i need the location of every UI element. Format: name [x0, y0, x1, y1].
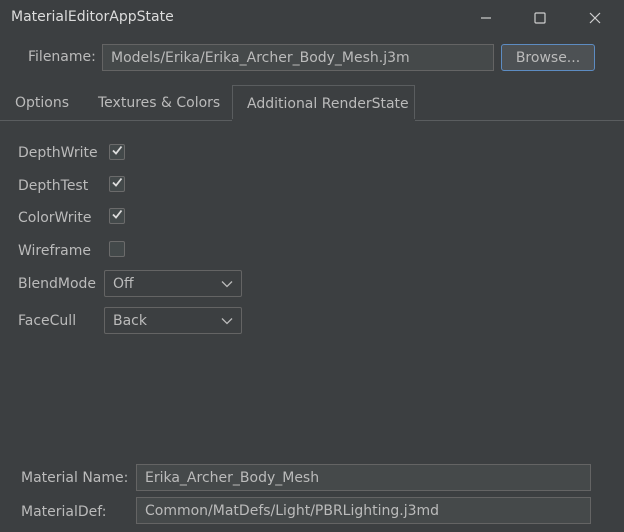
tab-additional-renderstate-label: Additional RenderState [247, 95, 409, 112]
maximize-icon [534, 12, 546, 24]
depthtest-label: DepthTest [18, 178, 89, 194]
blendmode-label: BlendMode [18, 276, 97, 292]
check-icon [111, 144, 123, 160]
materialdef-field[interactable]: Common/MatDefs/Light/PBRLighting.j3md [136, 497, 591, 524]
colorwrite-label: ColorWrite [18, 210, 92, 226]
close-icon [589, 12, 601, 24]
close-button[interactable] [572, 0, 618, 36]
tab-additional-renderstate[interactable]: Additional RenderState [232, 85, 415, 121]
wireframe-label: Wireframe [18, 243, 92, 259]
wireframe-checkbox[interactable] [109, 241, 125, 257]
tab-options[interactable]: Options [15, 86, 75, 120]
colorwrite-checkbox[interactable] [109, 208, 125, 224]
minimize-button[interactable] [463, 0, 509, 36]
blendmode-value: Off [113, 275, 134, 292]
check-icon [111, 208, 123, 224]
check-icon [111, 176, 123, 192]
chevron-down-icon [221, 280, 233, 288]
maximize-button[interactable] [517, 0, 563, 36]
materialdef-label: MaterialDef: [21, 504, 107, 520]
tab-options-label: Options [15, 95, 70, 111]
tab-textures-colors-label: Textures & Colors [98, 95, 221, 111]
blendmode-combobox[interactable]: Off [104, 270, 242, 297]
facecull-value: Back [113, 312, 147, 329]
facecull-label: FaceCull [18, 313, 77, 329]
active-tab-indicator [232, 119, 415, 122]
depthwrite-label: DepthWrite [18, 145, 98, 161]
depthwrite-checkbox[interactable] [109, 144, 125, 160]
depthtest-checkbox[interactable] [109, 176, 125, 192]
browse-button[interactable]: Browse... [501, 44, 595, 71]
filename-field[interactable]: Models/Erika/Erika_Archer_Body_Mesh.j3m [102, 44, 494, 71]
chevron-down-icon [221, 317, 233, 325]
tab-textures-colors[interactable]: Textures & Colors [98, 86, 222, 120]
filename-label: Filename: [28, 49, 96, 65]
material-name-field[interactable]: Erika_Archer_Body_Mesh [136, 464, 591, 491]
facecull-combobox[interactable]: Back [104, 307, 242, 334]
window-title: MaterialEditorAppState [11, 9, 174, 25]
minimize-icon [480, 12, 492, 24]
material-name-label: Material Name: [21, 470, 129, 486]
title-bar: MaterialEditorAppState [0, 0, 624, 36]
